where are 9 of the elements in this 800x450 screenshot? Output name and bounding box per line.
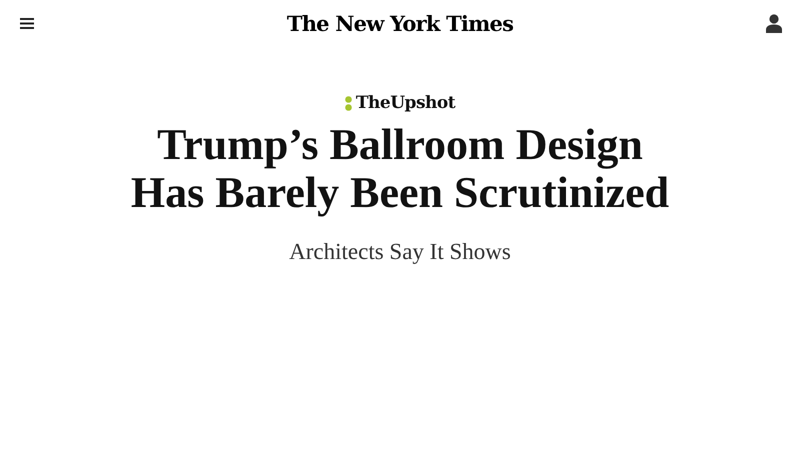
headline: Trump’s Ballroom Design Has Barely Been Scrutinized: [130, 121, 670, 217]
person-icon: [766, 14, 782, 32]
menu-button[interactable]: [18, 16, 36, 30]
account-button[interactable]: [764, 12, 784, 34]
dots-icon: [344, 96, 352, 110]
menu-icon: [20, 18, 34, 28]
site-logo[interactable]: The New York Times: [286, 10, 514, 36]
section-label[interactable]: TheUpshot: [356, 93, 456, 113]
subheadline: Architects Say It Shows: [289, 239, 511, 265]
